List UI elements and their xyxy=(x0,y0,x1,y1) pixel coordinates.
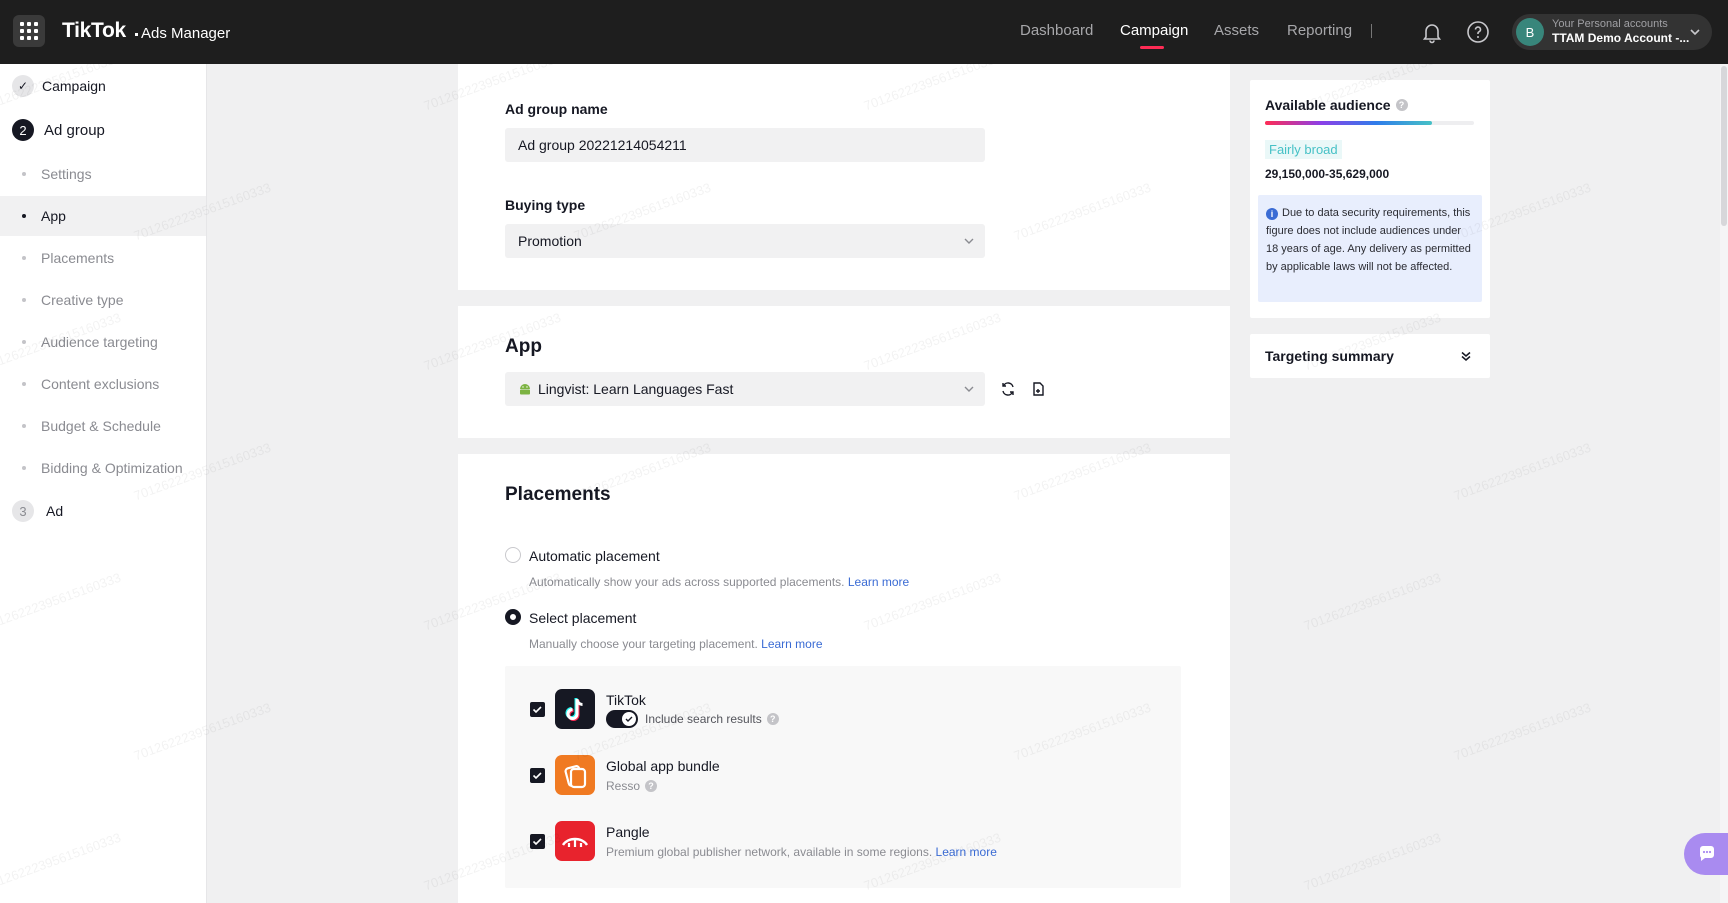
automatic-placement-radio[interactable] xyxy=(505,547,521,563)
chevron-down-icon xyxy=(964,238,974,244)
sidebar: ✓ Campaign 2 Ad group Settings App Place… xyxy=(0,64,207,903)
step-number: 2 xyxy=(12,119,34,141)
targeting-summary-title: Targeting summary xyxy=(1265,348,1394,364)
buying-type-value: Promotion xyxy=(518,233,582,249)
tiktok-icon xyxy=(555,689,595,729)
ad-group-settings-card: Ad group name Ad group 20221214054211 Bu… xyxy=(458,64,1230,290)
double-chevron-down-icon[interactable] xyxy=(1460,350,1472,362)
placements-section-title: Placements xyxy=(505,484,611,505)
account-switcher[interactable]: B Your Personal accounts TTAM Demo Accou… xyxy=(1512,14,1712,50)
available-audience-title: Available audience? xyxy=(1265,97,1408,113)
placement-list: TikTok Include search results ? Global a… xyxy=(505,666,1181,888)
sidebar-item-placements[interactable]: Placements xyxy=(0,238,206,278)
top-bar: TikTok Ads Manager Dashboard Campaign As… xyxy=(0,0,1728,64)
sidebar-item-settings[interactable]: Settings xyxy=(0,154,206,194)
learn-more-link[interactable]: Learn more xyxy=(848,575,909,589)
check-icon: ✓ xyxy=(12,75,34,97)
watermark-text: 70126222395615160333 xyxy=(1301,829,1443,894)
step-label: Ad group xyxy=(44,121,105,139)
available-audience-card: Available audience? Fairly broad 29,150,… xyxy=(1250,80,1490,318)
nav-active-indicator xyxy=(1140,46,1164,49)
tiktok-label: TikTok xyxy=(606,692,646,708)
global-app-bundle-icon xyxy=(555,755,595,795)
help-icon[interactable] xyxy=(1466,20,1490,44)
chat-icon xyxy=(1699,846,1714,861)
buying-type-label: Buying type xyxy=(505,197,586,213)
app-section-title: App xyxy=(505,336,542,357)
global-app-bundle-checkbox[interactable] xyxy=(530,768,545,783)
chevron-down-icon xyxy=(1690,29,1700,36)
bell-icon[interactable] xyxy=(1420,20,1444,44)
nav-dashboard[interactable]: Dashboard xyxy=(1020,22,1093,39)
nav-campaign[interactable]: Campaign xyxy=(1120,22,1188,39)
refresh-icon[interactable] xyxy=(1000,381,1016,397)
watermark-text: 70126222395615160333 xyxy=(1301,569,1443,634)
step-label: Ad xyxy=(46,503,64,519)
app-select[interactable]: Lingvist: Learn Languages Fast xyxy=(505,372,985,406)
pangle-icon xyxy=(555,821,595,861)
pangle-label: Pangle xyxy=(606,824,650,840)
sidebar-item-creative-type[interactable]: Creative type xyxy=(0,280,206,320)
audience-breadth-bar xyxy=(1265,121,1474,125)
account-type-label: Your Personal accounts xyxy=(1552,18,1668,30)
add-app-icon[interactable] xyxy=(1030,381,1046,397)
sidebar-item-bidding-optimization[interactable]: Bidding & Optimization xyxy=(0,448,206,488)
sidebar-item-app[interactable]: App xyxy=(0,196,206,236)
watermark-text: 70126222395615160333 xyxy=(1451,439,1593,504)
audience-breadth-label: Fairly broad xyxy=(1265,140,1342,159)
placements-card: Placements Automatic placement Automatic… xyxy=(458,454,1230,903)
global-app-bundle-sub: Resso? xyxy=(606,779,658,793)
learn-more-link[interactable]: Learn more xyxy=(936,845,997,859)
sidebar-item-audience-targeting[interactable]: Audience targeting xyxy=(0,322,206,362)
sidebar-item-content-exclusions[interactable]: Content exclusions xyxy=(0,364,206,404)
audience-breadth-fill xyxy=(1265,121,1433,125)
learn-more-link[interactable]: Learn more xyxy=(761,637,822,651)
help-icon[interactable]: ? xyxy=(645,780,658,792)
android-icon xyxy=(520,384,530,395)
tiktok-checkbox[interactable] xyxy=(530,702,545,717)
data-security-notice: i Due to data security requirements, this… xyxy=(1258,195,1482,302)
select-placement-label[interactable]: Select placement xyxy=(529,610,636,626)
step-campaign[interactable]: ✓ Campaign xyxy=(12,75,106,97)
logo-dot xyxy=(135,33,138,36)
nav-assets[interactable]: Assets xyxy=(1214,22,1259,39)
step-number: 3 xyxy=(12,500,34,522)
info-icon: i xyxy=(1266,208,1278,220)
sidebar-item-budget-schedule[interactable]: Budget & Schedule xyxy=(0,406,206,446)
account-name: TTAM Demo Account -... xyxy=(1552,31,1690,45)
automatic-placement-label[interactable]: Automatic placement xyxy=(529,548,660,564)
nav-reporting[interactable]: Reporting xyxy=(1287,22,1352,39)
search-results-label: Include search results xyxy=(645,712,762,726)
select-placement-desc: Manually choose your targeting placement… xyxy=(529,637,823,651)
watermark-text: 70126222395615160333 xyxy=(1451,699,1593,764)
nav-separator xyxy=(1371,24,1372,38)
pangle-sub: Premium global publisher network, availa… xyxy=(606,845,997,859)
search-results-toggle[interactable] xyxy=(606,710,638,728)
search-results-row: Include search results ? xyxy=(606,710,779,728)
app-grid-button[interactable] xyxy=(13,15,45,47)
step-ad[interactable]: 3 Ad xyxy=(12,500,63,522)
selected-app-name: Lingvist: Learn Languages Fast xyxy=(538,381,734,397)
pangle-checkbox[interactable] xyxy=(530,834,545,849)
targeting-summary-card[interactable]: Targeting summary xyxy=(1250,334,1490,378)
global-app-bundle-label: Global app bundle xyxy=(606,758,720,774)
tiktok-logo[interactable]: TikTok xyxy=(62,19,126,43)
ad-group-name-input[interactable]: Ad group 20221214054211 xyxy=(505,128,985,162)
help-icon[interactable]: ? xyxy=(1395,99,1408,111)
audience-range: 29,150,000-35,629,000 xyxy=(1265,167,1390,181)
ads-manager-label: Ads Manager xyxy=(141,25,231,42)
scrollbar-thumb[interactable] xyxy=(1721,66,1727,226)
automatic-placement-desc: Automatically show your ads across suppo… xyxy=(529,575,910,589)
select-placement-radio[interactable] xyxy=(505,609,521,625)
chevron-down-icon xyxy=(964,386,974,392)
avatar: B xyxy=(1516,18,1544,46)
help-icon[interactable]: ? xyxy=(766,713,779,725)
ad-group-name-label: Ad group name xyxy=(505,101,608,117)
buying-type-select[interactable]: Promotion xyxy=(505,224,985,258)
chat-button[interactable] xyxy=(1684,833,1728,875)
app-card: App Lingvist: Learn Languages Fast xyxy=(458,306,1230,438)
step-label: Campaign xyxy=(42,78,106,94)
step-ad-group[interactable]: 2 Ad group xyxy=(12,119,105,141)
scrollbar[interactable] xyxy=(1720,64,1728,903)
